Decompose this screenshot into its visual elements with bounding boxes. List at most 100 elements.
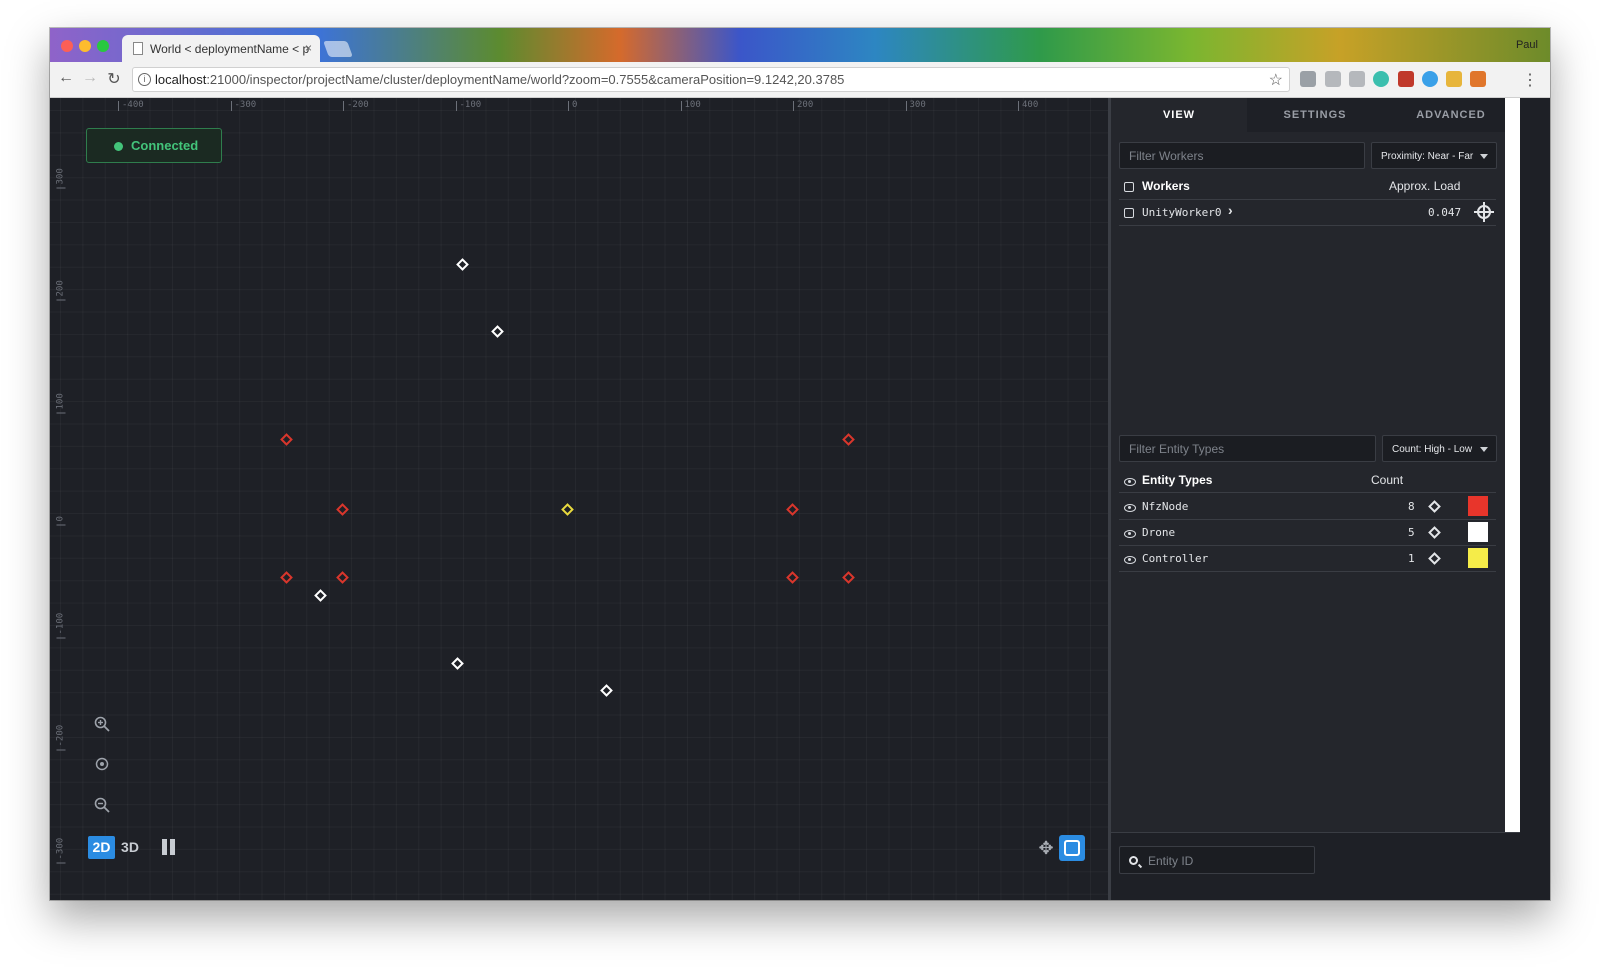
- entity-drone-marker[interactable]: [600, 684, 614, 697]
- eye-icon[interactable]: [1124, 478, 1136, 486]
- entity-nfznode-marker[interactable]: [786, 503, 799, 516]
- tab-advanced[interactable]: ADVANCED: [1383, 98, 1519, 132]
- entity-drone-marker[interactable]: [491, 325, 505, 339]
- zoom-out-icon[interactable]: [92, 797, 112, 818]
- filter-workers-input[interactable]: Filter Workers: [1119, 142, 1365, 169]
- url-path: :21000/inspector/projectName/cluster/dep…: [206, 72, 845, 87]
- search-icon: [1129, 856, 1138, 865]
- pause-icon[interactable]: [162, 839, 176, 855]
- entity-nfznode-marker[interactable]: [842, 570, 856, 584]
- browser-menu-icon[interactable]: ⋮: [1522, 70, 1538, 90]
- tab-close-icon[interactable]: ×: [305, 41, 312, 55]
- color-swatch[interactable]: [1468, 548, 1488, 568]
- tab-settings[interactable]: SETTINGS: [1247, 98, 1383, 132]
- entity-nfznode-marker[interactable]: [336, 570, 349, 584]
- entity-nfznode-marker[interactable]: [279, 570, 293, 584]
- y-tick-label: 200: [56, 270, 66, 301]
- x-tick-label: -200: [343, 101, 369, 111]
- locate-crosshair-icon[interactable]: [1474, 202, 1494, 222]
- extension-shield-icon[interactable]: [1398, 71, 1414, 87]
- x-tick-label: -300: [230, 101, 256, 111]
- count-sort-value: Count: High - Low: [1392, 444, 1473, 455]
- proximity-select[interactable]: Proximity: Near - Far: [1371, 142, 1497, 169]
- extension-reddit-icon[interactable]: [1300, 71, 1316, 87]
- close-window-button[interactable]: [61, 40, 73, 52]
- select-square-icon: [1064, 840, 1080, 856]
- diamond-shape-icon[interactable]: [1428, 526, 1441, 539]
- filter-entity-types-input[interactable]: Filter Entity Types: [1119, 435, 1376, 462]
- divider: [1119, 225, 1496, 226]
- url-host: localhost: [155, 72, 207, 87]
- entity-nfznode-marker[interactable]: [336, 503, 349, 516]
- count-header: Count: [1371, 473, 1404, 487]
- worker-load: 0.047: [1428, 206, 1462, 219]
- count-sort-select[interactable]: Count: High - Low: [1382, 435, 1497, 462]
- mode-3d-button[interactable]: 3D: [118, 836, 142, 859]
- divider: [1119, 492, 1496, 493]
- extension-cast-icon[interactable]: [1325, 71, 1341, 87]
- eye-icon[interactable]: [1124, 556, 1136, 564]
- entity-drone-marker[interactable]: [450, 657, 464, 670]
- zoom-in-icon[interactable]: [92, 716, 112, 737]
- document-icon: [133, 42, 143, 55]
- inspector-panel: VIEW SETTINGS ADVANCED Filter Workers Pr…: [1111, 98, 1505, 832]
- site-info-icon[interactable]: i: [138, 73, 151, 86]
- entity-type-name: Drone: [1142, 526, 1176, 539]
- connection-status-badge: Connected: [86, 128, 222, 163]
- divider: [1119, 199, 1496, 200]
- back-icon[interactable]: ←: [56, 69, 76, 87]
- entity-nfznode-marker[interactable]: [842, 433, 856, 447]
- x-axis-ruler: -400 -300 -200 -100 0 100 200 300 400: [50, 98, 1108, 116]
- eye-icon[interactable]: [1124, 504, 1136, 512]
- new-tab-button[interactable]: [323, 41, 353, 57]
- x-tick-label: 100: [680, 101, 701, 111]
- minimize-window-button[interactable]: [79, 40, 91, 52]
- bookmark-star-icon[interactable]: ☆: [1269, 70, 1283, 90]
- entity-type-count: 1: [1408, 552, 1415, 565]
- divider: [1119, 571, 1496, 572]
- panel-scrollbar[interactable]: [1505, 98, 1520, 832]
- entity-nfznode-marker[interactable]: [279, 433, 293, 447]
- eye-icon[interactable]: [1124, 530, 1136, 538]
- divider: [1119, 519, 1496, 520]
- forward-icon[interactable]: →: [80, 69, 100, 87]
- tab-view[interactable]: VIEW: [1111, 98, 1247, 132]
- profile-name[interactable]: Paul: [1516, 39, 1538, 51]
- chevron-down-icon: [1480, 447, 1488, 452]
- status-dot-icon: [114, 142, 123, 151]
- entity-nfznode-marker[interactable]: [786, 570, 799, 584]
- reload-icon[interactable]: ↻: [104, 69, 124, 89]
- chevron-right-icon[interactable]: ›: [1228, 202, 1233, 218]
- extension-screen-icon[interactable]: [1349, 71, 1365, 87]
- select-tool-button[interactable]: [1059, 835, 1085, 861]
- mode-2d-button[interactable]: 2D: [88, 836, 115, 859]
- worker-checkbox[interactable]: [1124, 208, 1134, 218]
- entity-type-name: Controller: [1142, 552, 1209, 565]
- entity-id-input[interactable]: Entity ID: [1119, 846, 1315, 874]
- diamond-shape-icon[interactable]: [1428, 500, 1441, 513]
- maximize-window-button[interactable]: [97, 40, 109, 52]
- target-icon[interactable]: [92, 756, 112, 777]
- extension-mail-icon[interactable]: [1446, 71, 1462, 87]
- entity-types-header: Entity Types: [1142, 473, 1213, 487]
- color-swatch[interactable]: [1468, 522, 1488, 542]
- browser-tab[interactable]: World < deploymentName < p ×: [122, 35, 320, 62]
- divider: [1119, 545, 1496, 546]
- address-bar[interactable]: i localhost:21000/inspector/projectName/…: [132, 67, 1290, 92]
- panel-tabs: VIEW SETTINGS ADVANCED: [1111, 98, 1505, 132]
- extension-fox-icon[interactable]: [1470, 71, 1486, 87]
- world-viewport[interactable]: -400 -300 -200 -100 0 100 200 300 400 300 200 100 0…: [50, 98, 1108, 900]
- x-tick-label: -400: [118, 101, 144, 111]
- extension-compass-icon[interactable]: [1422, 71, 1438, 87]
- diamond-shape-icon[interactable]: [1428, 552, 1441, 565]
- y-axis-ruler: 300 200 100 0 -100 -200 -300: [50, 98, 68, 900]
- workers-select-all-checkbox[interactable]: [1124, 182, 1134, 192]
- entity-controller-marker[interactable]: [561, 503, 574, 516]
- entity-drone-marker[interactable]: [313, 588, 327, 602]
- color-swatch[interactable]: [1468, 496, 1488, 516]
- entity-drone-marker[interactable]: [456, 257, 470, 271]
- entity-type-count: 8: [1408, 500, 1415, 513]
- pan-move-icon[interactable]: ✥: [1036, 838, 1056, 858]
- title-bar: World < deploymentName < p × Paul: [50, 28, 1550, 62]
- extension-teal-icon[interactable]: [1373, 71, 1389, 87]
